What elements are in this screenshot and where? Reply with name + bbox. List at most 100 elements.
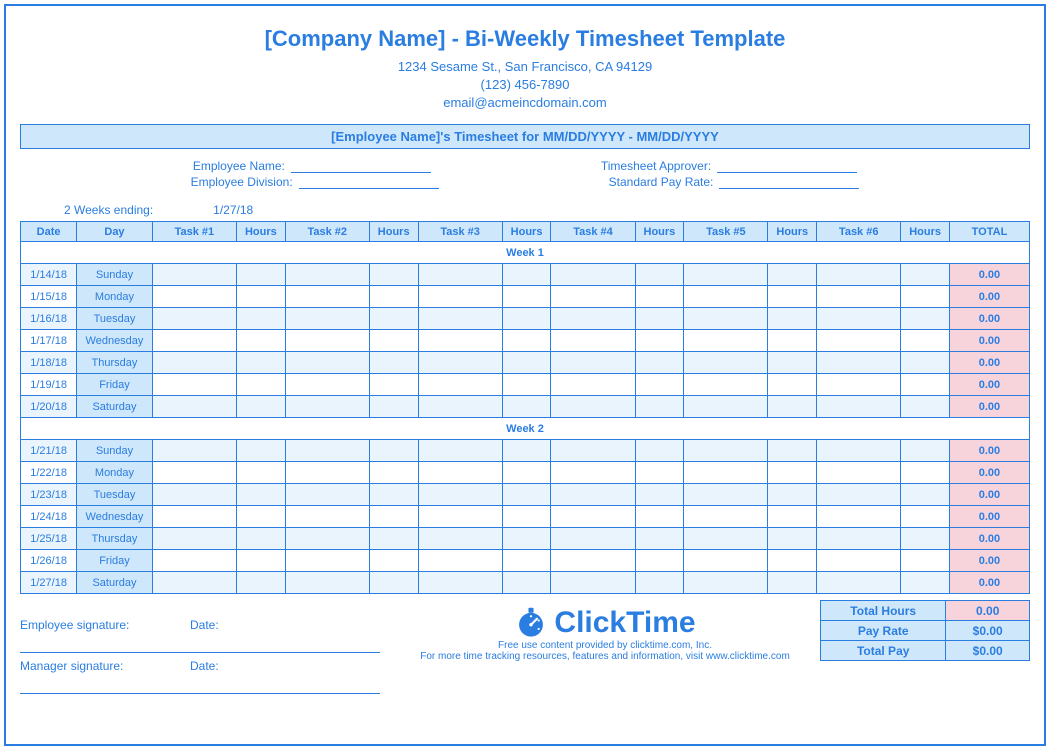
task-cell[interactable] <box>684 572 768 594</box>
task-cell[interactable] <box>684 484 768 506</box>
hours-cell[interactable] <box>502 352 551 374</box>
hours-cell[interactable] <box>502 462 551 484</box>
hours-cell[interactable] <box>502 572 551 594</box>
hours-cell[interactable] <box>901 506 950 528</box>
task-cell[interactable] <box>418 374 502 396</box>
hours-cell[interactable] <box>369 308 418 330</box>
task-cell[interactable] <box>684 374 768 396</box>
hours-cell[interactable] <box>237 572 286 594</box>
hours-cell[interactable] <box>635 528 684 550</box>
hours-cell[interactable] <box>768 286 817 308</box>
task-cell[interactable] <box>418 308 502 330</box>
task-cell[interactable] <box>418 462 502 484</box>
hours-cell[interactable] <box>768 484 817 506</box>
hours-cell[interactable] <box>768 330 817 352</box>
task-cell[interactable] <box>285 330 369 352</box>
task-cell[interactable] <box>684 506 768 528</box>
hours-cell[interactable] <box>901 374 950 396</box>
task-cell[interactable] <box>418 550 502 572</box>
task-cell[interactable] <box>551 264 635 286</box>
hours-cell[interactable] <box>635 396 684 418</box>
hours-cell[interactable] <box>502 286 551 308</box>
task-cell[interactable] <box>285 286 369 308</box>
task-cell[interactable] <box>285 374 369 396</box>
task-cell[interactable] <box>551 462 635 484</box>
hours-cell[interactable] <box>237 462 286 484</box>
task-cell[interactable] <box>285 550 369 572</box>
task-cell[interactable] <box>285 264 369 286</box>
task-cell[interactable] <box>152 506 236 528</box>
task-cell[interactable] <box>551 352 635 374</box>
task-cell[interactable] <box>817 286 901 308</box>
hours-cell[interactable] <box>901 264 950 286</box>
hours-cell[interactable] <box>635 506 684 528</box>
task-cell[interactable] <box>817 528 901 550</box>
hours-cell[interactable] <box>768 352 817 374</box>
hours-cell[interactable] <box>369 440 418 462</box>
task-cell[interactable] <box>418 330 502 352</box>
task-cell[interactable] <box>551 374 635 396</box>
task-cell[interactable] <box>817 506 901 528</box>
hours-cell[interactable] <box>901 572 950 594</box>
employee-signature-line[interactable] <box>20 652 380 653</box>
task-cell[interactable] <box>817 352 901 374</box>
hours-cell[interactable] <box>901 308 950 330</box>
hours-cell[interactable] <box>901 352 950 374</box>
task-cell[interactable] <box>551 528 635 550</box>
hours-cell[interactable] <box>369 528 418 550</box>
task-cell[interactable] <box>418 264 502 286</box>
hours-cell[interactable] <box>237 506 286 528</box>
task-cell[interactable] <box>285 352 369 374</box>
task-cell[interactable] <box>152 308 236 330</box>
task-cell[interactable] <box>551 550 635 572</box>
task-cell[interactable] <box>418 286 502 308</box>
hours-cell[interactable] <box>768 264 817 286</box>
hours-cell[interactable] <box>369 462 418 484</box>
employee-name-field[interactable] <box>291 159 431 173</box>
task-cell[interactable] <box>684 264 768 286</box>
task-cell[interactable] <box>418 506 502 528</box>
standard-pay-rate-field[interactable] <box>719 175 859 189</box>
task-cell[interactable] <box>684 550 768 572</box>
task-cell[interactable] <box>817 330 901 352</box>
hours-cell[interactable] <box>901 286 950 308</box>
task-cell[interactable] <box>551 308 635 330</box>
task-cell[interactable] <box>551 484 635 506</box>
task-cell[interactable] <box>152 484 236 506</box>
hours-cell[interactable] <box>901 484 950 506</box>
hours-cell[interactable] <box>237 330 286 352</box>
hours-cell[interactable] <box>768 440 817 462</box>
task-cell[interactable] <box>285 572 369 594</box>
task-cell[interactable] <box>551 330 635 352</box>
hours-cell[interactable] <box>635 374 684 396</box>
hours-cell[interactable] <box>635 462 684 484</box>
hours-cell[interactable] <box>502 506 551 528</box>
task-cell[interactable] <box>152 396 236 418</box>
task-cell[interactable] <box>551 286 635 308</box>
task-cell[interactable] <box>152 572 236 594</box>
hours-cell[interactable] <box>237 528 286 550</box>
task-cell[interactable] <box>152 550 236 572</box>
hours-cell[interactable] <box>901 528 950 550</box>
hours-cell[interactable] <box>635 308 684 330</box>
hours-cell[interactable] <box>768 528 817 550</box>
hours-cell[interactable] <box>901 550 950 572</box>
task-cell[interactable] <box>551 440 635 462</box>
hours-cell[interactable] <box>237 308 286 330</box>
hours-cell[interactable] <box>502 440 551 462</box>
employee-division-field[interactable] <box>299 175 439 189</box>
hours-cell[interactable] <box>369 330 418 352</box>
hours-cell[interactable] <box>369 484 418 506</box>
task-cell[interactable] <box>418 528 502 550</box>
hours-cell[interactable] <box>502 484 551 506</box>
hours-cell[interactable] <box>768 308 817 330</box>
hours-cell[interactable] <box>369 572 418 594</box>
hours-cell[interactable] <box>502 308 551 330</box>
hours-cell[interactable] <box>369 374 418 396</box>
task-cell[interactable] <box>551 396 635 418</box>
hours-cell[interactable] <box>768 374 817 396</box>
task-cell[interactable] <box>817 550 901 572</box>
hours-cell[interactable] <box>237 550 286 572</box>
hours-cell[interactable] <box>369 352 418 374</box>
task-cell[interactable] <box>418 440 502 462</box>
